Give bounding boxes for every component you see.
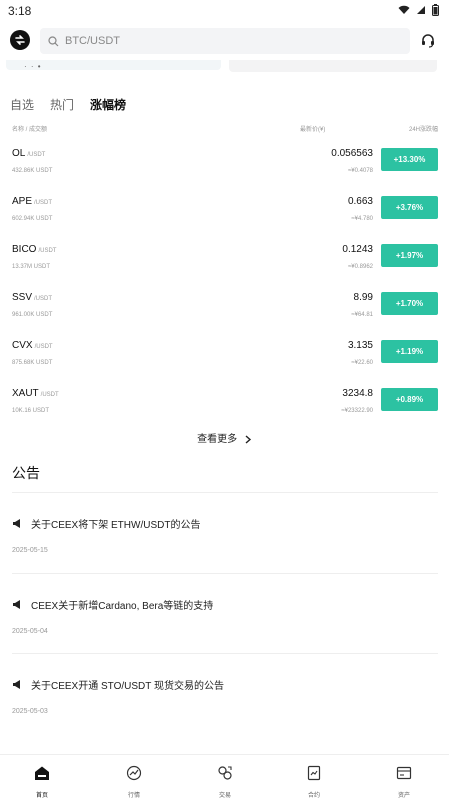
- megaphone-icon: [13, 600, 20, 609]
- headset-icon: [422, 34, 434, 48]
- announcement-date: 2025-05-04: [12, 628, 48, 635]
- home-icon: [35, 766, 49, 780]
- search-icon: [48, 35, 59, 46]
- banner-dots: · · •: [24, 62, 42, 71]
- market-row[interactable]: CVX/USDT 875.68K USDT 3.135 ≈¥22.60 +1.1…: [12, 338, 438, 378]
- change-badge[interactable]: +0.89%: [381, 388, 438, 411]
- divider: [12, 653, 438, 654]
- wifi-icon: [398, 5, 410, 14]
- bottom-nav: 首页 行情 交易 合约 资产: [0, 754, 449, 800]
- price: 8.99: [353, 292, 373, 303]
- price: 0.1243: [342, 244, 373, 255]
- announcement-date: 2025-05-03: [12, 708, 48, 715]
- fiat-price: ≈¥0.8962: [348, 264, 373, 270]
- nav-market[interactable]: 行情: [114, 765, 154, 799]
- column-headers: 名称 / 成交额 最新价(¥) 24H涨跌幅: [12, 124, 438, 136]
- view-more-link[interactable]: 查看更多: [0, 430, 449, 445]
- nav-label: 首页: [35, 793, 48, 799]
- announcement-item[interactable]: 关于CEEX将下架 ETHW/USDT的公告 2025-05-15: [12, 516, 438, 554]
- tab-gainers[interactable]: 涨幅榜: [90, 96, 126, 113]
- logo-icon[interactable]: [10, 30, 30, 50]
- change-badge[interactable]: +1.97%: [381, 244, 438, 267]
- symbol: OL/USDT: [12, 148, 46, 159]
- announcements-title: 公告: [12, 465, 40, 481]
- announcement-title: CEEX关于新增Cardano, Bera等链的支持: [31, 601, 214, 612]
- nav-assets[interactable]: 资产: [384, 765, 424, 799]
- nav-label: 行情: [127, 793, 140, 799]
- market-row[interactable]: BICO/USDT 13.37M USDT 0.1243 ≈¥0.8962 +1…: [12, 242, 438, 282]
- price: 3.135: [347, 340, 373, 351]
- customer-service-button[interactable]: [417, 30, 439, 52]
- banner-card[interactable]: · · •: [6, 60, 221, 71]
- fiat-price: ≈¥22.60: [351, 360, 373, 366]
- price: 0.663: [347, 196, 373, 207]
- nav-label: 交易: [218, 793, 231, 799]
- status-icons: [398, 4, 439, 16]
- change-badge[interactable]: +1.70%: [381, 292, 438, 315]
- market-row[interactable]: SSV/USDT 961.00K USDT 8.99 ≈¥64.81 +1.70…: [12, 290, 438, 330]
- market-tabs: 自选 热门 涨幅榜: [10, 96, 142, 113]
- nav-trade[interactable]: 交易: [205, 765, 245, 799]
- nav-home[interactable]: 首页: [22, 765, 62, 799]
- assets-icon: [396, 766, 412, 780]
- column-latest-price: 最新价(¥): [300, 127, 326, 133]
- announcement-date: 2025-05-15: [12, 547, 48, 554]
- contract-icon: [307, 765, 321, 781]
- tab-favorites[interactable]: 自选: [10, 96, 34, 113]
- status-time: 3:18: [8, 4, 32, 18]
- view-more-label: 查看更多: [197, 434, 238, 445]
- price: 3234.8: [342, 388, 373, 399]
- volume: 875.68K USDT: [12, 360, 53, 366]
- column-name-volume: 名称 / 成交额: [12, 127, 48, 133]
- announcement-item[interactable]: CEEX关于新增Cardano, Bera等链的支持 2025-05-04: [12, 597, 438, 635]
- fiat-price: ≈¥0.4078: [348, 168, 373, 174]
- megaphone-icon: [13, 680, 20, 689]
- signal-icon: [417, 6, 425, 14]
- column-change: 24H涨跌幅: [408, 127, 438, 133]
- fiat-price: ≈¥23322.90: [341, 408, 373, 414]
- change-badge[interactable]: +13.30%: [381, 148, 438, 171]
- megaphone-icon: [13, 519, 20, 528]
- fiat-price: ≈¥64.81: [351, 312, 373, 318]
- banner-card[interactable]: [229, 60, 437, 72]
- market-row[interactable]: XAUT/USDT 10K.16 USDT 3234.8 ≈¥23322.90 …: [12, 386, 438, 426]
- symbol: BICO/USDT: [12, 244, 57, 255]
- chevron-right-icon: [245, 435, 251, 444]
- announcement-item[interactable]: 关于CEEX开通 STO/USDT 现货交易的公告 2025-05-03: [12, 677, 438, 715]
- volume: 10K.16 USDT: [12, 408, 50, 414]
- announcement-title: 关于CEEX开通 STO/USDT 现货交易的公告: [31, 681, 224, 692]
- change-badge[interactable]: +3.76%: [381, 196, 438, 219]
- status-bar: 3:18: [0, 0, 449, 24]
- tab-hot[interactable]: 热门: [50, 96, 74, 113]
- search-input[interactable]: BTC/USDT: [40, 28, 410, 54]
- volume: 961.00K USDT: [12, 312, 53, 318]
- symbol: SSV/USDT: [12, 292, 53, 303]
- fiat-price: ≈¥4.780: [351, 216, 373, 222]
- nav-label: 合约: [307, 793, 320, 799]
- trade-icon: [218, 766, 232, 780]
- symbol: XAUT/USDT: [12, 388, 59, 399]
- nav-label: 资产: [397, 793, 410, 799]
- symbol: CVX/USDT: [12, 340, 53, 351]
- announcement-title: 关于CEEX将下架 ETHW/USDT的公告: [31, 520, 201, 531]
- divider: [12, 573, 438, 574]
- volume: 432.86K USDT: [12, 168, 53, 174]
- market-row[interactable]: OL/USDT 432.86K USDT 0.056563 ≈¥0.4078 +…: [12, 146, 438, 186]
- market-row[interactable]: APE/USDT 602.94K USDT 0.663 ≈¥4.780 +3.7…: [12, 194, 438, 234]
- divider: [12, 492, 438, 493]
- market-icon: [126, 765, 142, 781]
- battery-icon: [432, 4, 439, 16]
- volume: 13.37M USDT: [12, 264, 51, 270]
- volume: 602.94K USDT: [12, 216, 53, 222]
- symbol: APE/USDT: [12, 196, 53, 207]
- price: 0.056563: [331, 148, 373, 159]
- header: BTC/USDT: [0, 24, 449, 60]
- banner-strip: · · •: [0, 60, 449, 72]
- change-badge[interactable]: +1.19%: [381, 340, 438, 363]
- search-placeholder: BTC/USDT: [65, 35, 120, 47]
- nav-contract[interactable]: 合约: [294, 765, 334, 799]
